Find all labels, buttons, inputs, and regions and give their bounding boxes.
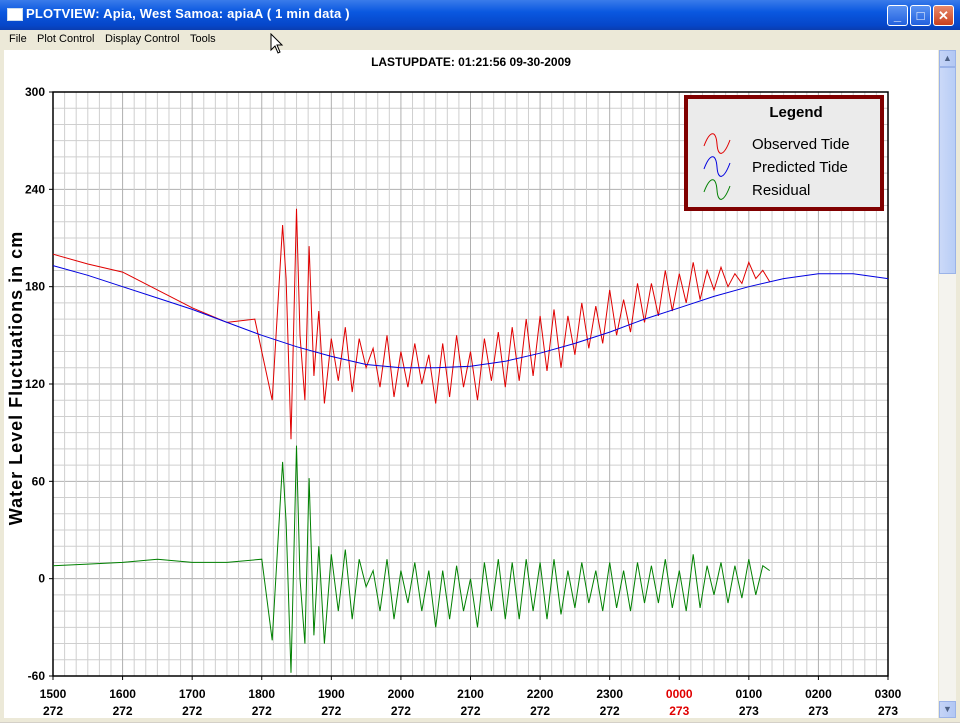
x-tick-label: 1800 — [248, 687, 275, 701]
x-tick-label: 0100 — [735, 687, 762, 701]
y-tick-labels: -60 0 60 120 180 240 300 — [25, 85, 53, 683]
x-tick-day-label: 272 — [182, 704, 202, 718]
vertical-scrollbar[interactable]: ▲ ▼ — [939, 50, 956, 718]
legend-title: Legend — [769, 104, 822, 121]
chart-title: LASTUPDATE: 01:21:56 09-30-2009 — [371, 55, 571, 69]
app-icon — [7, 8, 23, 21]
menu-bar: File Plot Control Display Control Tools — [0, 30, 960, 49]
menu-display-control[interactable]: Display Control — [105, 33, 180, 45]
x-tick-label: 0000 — [666, 687, 693, 701]
scroll-down-button[interactable]: ▼ — [939, 701, 956, 718]
x-tick-label: 2100 — [457, 687, 484, 701]
y-tick-label: 240 — [25, 182, 45, 196]
y-tick-label: -60 — [28, 669, 46, 683]
y-axis-label: Water Level Fluctuations in cm — [6, 231, 26, 525]
tide-chart: LASTUPDATE: 01:21:56 09-30-2009 Water Le… — [6, 55, 902, 718]
maximize-icon: □ — [916, 8, 925, 23]
y-tick-label: 300 — [25, 85, 45, 99]
y-tick-label: 0 — [38, 572, 45, 586]
x-tick-label: 2200 — [527, 687, 554, 701]
menu-tools[interactable]: Tools — [190, 33, 216, 45]
x-tick-day-label: 273 — [669, 704, 689, 718]
x-tick-labels: 1500 272 1600 272 1700 272 1800 272 1900 272 2000 2… — [40, 676, 902, 718]
x-tick-label: 1600 — [109, 687, 136, 701]
x-tick-label: 1700 — [179, 687, 206, 701]
x-tick-label: 0200 — [805, 687, 832, 701]
x-tick-day-label: 272 — [600, 704, 620, 718]
x-tick-label: 1500 — [40, 687, 67, 701]
plotview-window: PLOTVIEW: Apia, West Samoa: apiaA ( 1 mi… — [0, 0, 960, 722]
plot-area: LASTUPDATE: 01:21:56 09-30-2009 Water Le… — [4, 50, 938, 718]
observed-tide-line — [52, 208, 771, 440]
y-tick-label: 60 — [32, 474, 46, 488]
x-tick-day-label: 273 — [808, 704, 828, 718]
x-tick-label: 2000 — [388, 687, 415, 701]
minimize-icon: _ — [893, 8, 902, 23]
legend-entry-predicted: Predicted Tide — [752, 159, 848, 176]
menu-plot-control[interactable]: Plot Control — [37, 33, 94, 45]
legend: Legend Observed Tide Predicted Tide Residu… — [684, 95, 884, 211]
maximize-button[interactable]: □ — [910, 5, 931, 26]
x-tick-day-label: 272 — [321, 704, 341, 718]
chevron-up-icon: ▲ — [943, 53, 952, 63]
mouse-pointer-icon — [270, 33, 284, 54]
legend-entry-observed: Observed Tide — [752, 136, 850, 153]
y-tick-label: 180 — [25, 280, 45, 294]
x-tick-day-label: 272 — [252, 704, 272, 718]
x-tick-label: 2300 — [596, 687, 623, 701]
window-title: PLOTVIEW: Apia, West Samoa: apiaA ( 1 mi… — [26, 6, 350, 21]
x-tick-day-label: 272 — [43, 704, 63, 718]
menu-file[interactable]: File — [9, 33, 27, 45]
minimize-button[interactable]: _ — [887, 5, 908, 26]
x-tick-day-label: 272 — [391, 704, 411, 718]
close-button[interactable]: ✕ — [933, 5, 954, 26]
x-tick-day-label: 273 — [878, 704, 898, 718]
title-bar[interactable]: PLOTVIEW: Apia, West Samoa: apiaA ( 1 mi… — [0, 0, 960, 30]
y-tick-label: 120 — [25, 377, 45, 391]
scroll-up-button[interactable]: ▲ — [939, 50, 956, 67]
scroll-thumb[interactable] — [939, 67, 956, 274]
chevron-down-icon: ▼ — [943, 704, 952, 714]
x-tick-label: 0300 — [875, 687, 902, 701]
x-tick-day-label: 272 — [530, 704, 550, 718]
x-tick-label: 1900 — [318, 687, 345, 701]
close-icon: ✕ — [938, 8, 949, 23]
residual-line — [52, 445, 770, 673]
x-tick-day-label: 272 — [113, 704, 133, 718]
x-tick-day-label: 273 — [739, 704, 759, 718]
x-tick-day-label: 272 — [460, 704, 480, 718]
legend-entry-residual: Residual — [752, 182, 810, 199]
